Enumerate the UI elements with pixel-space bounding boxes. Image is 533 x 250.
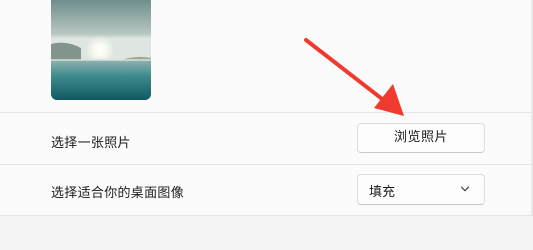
- browse-photos-button[interactable]: 浏览照片: [357, 123, 485, 153]
- chevron-down-icon: [460, 186, 470, 192]
- choose-fit-row: 选择适合你的桌面图像 填充: [0, 165, 533, 216]
- choose-photo-row: 选择一张照片 浏览照片: [0, 113, 533, 165]
- choose-fit-label: 选择适合你的桌面图像: [51, 186, 185, 201]
- fit-dropdown-value: 填充: [369, 185, 396, 200]
- fit-dropdown[interactable]: 填充: [357, 174, 485, 205]
- wallpaper-preview-card: [0, 0, 533, 113]
- choose-photo-label: 选择一张照片: [51, 136, 131, 151]
- wallpaper-thumbnail: [51, 0, 151, 100]
